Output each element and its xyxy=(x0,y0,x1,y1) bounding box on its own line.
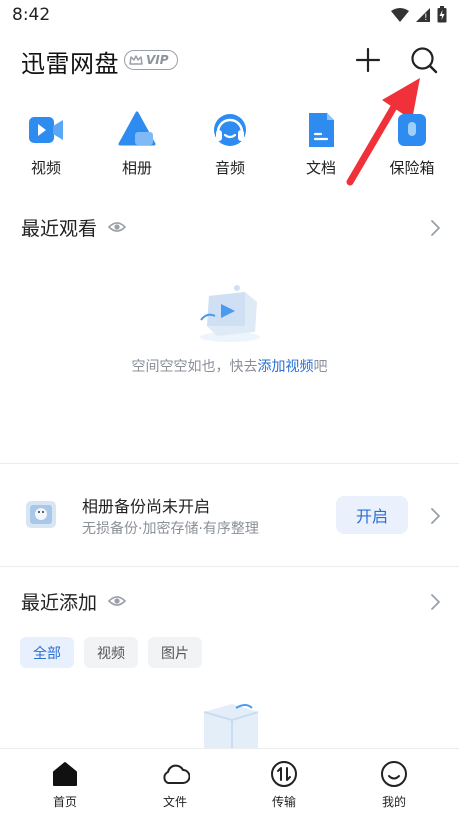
filter-chip-all[interactable]: 全部 xyxy=(20,637,74,668)
status-time: 8:42 xyxy=(12,5,51,25)
tab-label: 文件 xyxy=(162,795,187,809)
quick-item-label: 音频 xyxy=(214,159,245,177)
empty-box-illustration-icon xyxy=(203,704,259,748)
empty-text-prefix: 空间空空如也，快去 xyxy=(131,359,258,375)
quick-item-label: 保险箱 xyxy=(389,159,435,177)
quick-item-label: 视频 xyxy=(30,159,61,177)
signal-icon: ! xyxy=(416,7,430,23)
search-icon xyxy=(411,47,438,74)
status-bar: 8:42 ! xyxy=(0,0,459,32)
empty-video-illustration-icon xyxy=(200,285,260,342)
quick-item-album[interactable]: 相册 xyxy=(107,110,167,178)
enable-backup-button[interactable]: 开启 xyxy=(336,496,408,534)
eye-icon[interactable] xyxy=(108,220,126,234)
tab-label: 传输 xyxy=(271,795,296,809)
quick-item-audio[interactable]: 音频 xyxy=(200,110,260,178)
transfer-icon xyxy=(269,759,299,789)
vip-badge[interactable]: VIP xyxy=(124,50,178,70)
chevron-right-icon[interactable] xyxy=(429,506,441,526)
divider xyxy=(0,463,459,464)
document-icon xyxy=(301,110,341,150)
vip-label: VIP xyxy=(146,53,169,67)
quick-item-label: 文档 xyxy=(305,159,336,177)
quick-item-label: 相册 xyxy=(121,159,152,177)
battery-icon xyxy=(437,6,447,23)
plus-icon xyxy=(355,47,381,73)
filter-chip-video[interactable]: 视频 xyxy=(84,637,138,668)
home-icon xyxy=(50,759,80,789)
tab-label: 我的 xyxy=(381,795,406,809)
album-icon xyxy=(117,110,157,150)
video-icon xyxy=(26,110,66,150)
smile-icon xyxy=(379,759,409,789)
quick-access-row: 视频 相册 音频 文档 保险箱 xyxy=(0,110,459,186)
quick-item-video[interactable]: 视频 xyxy=(16,110,76,178)
tab-transfer[interactable]: 传输 xyxy=(254,759,314,810)
tab-files[interactable]: 文件 xyxy=(145,759,205,810)
safe-icon xyxy=(392,110,432,150)
tab-me[interactable]: 我的 xyxy=(364,759,424,810)
filter-chip-image[interactable]: 图片 xyxy=(148,637,202,668)
audio-icon xyxy=(210,110,250,150)
wifi-icon xyxy=(391,7,409,22)
header: 迅雷网盘 VIP xyxy=(0,36,459,84)
status-icons: ! xyxy=(391,6,447,23)
cloud-icon xyxy=(160,759,191,789)
crown-icon xyxy=(129,54,143,65)
album-backup-icon xyxy=(26,501,56,528)
divider xyxy=(0,566,459,567)
chevron-right-icon[interactable] xyxy=(429,592,441,612)
album-backup-card[interactable]: 相册备份尚未开启 无损备份·加密存储·有序整理 开启 xyxy=(0,480,459,552)
search-button[interactable] xyxy=(409,45,439,75)
recent-watch-title: 最近观看 xyxy=(21,218,98,240)
quick-item-document[interactable]: 文档 xyxy=(291,110,351,178)
add-video-link[interactable]: 添加视频 xyxy=(258,359,314,375)
filter-chip-row: 全部 视频 图片 xyxy=(20,637,202,668)
add-button[interactable] xyxy=(354,46,382,74)
app-title: 迅雷网盘 xyxy=(21,50,119,78)
recent-add-header[interactable]: 最近添加 xyxy=(21,588,441,618)
bottom-tab-bar: 首页 文件 传输 我的 xyxy=(0,748,459,816)
recent-add-title: 最近添加 xyxy=(21,592,98,614)
backup-subtitle: 无损备份·加密存储·有序整理 xyxy=(82,521,259,537)
tab-label: 首页 xyxy=(52,795,77,809)
empty-text-suffix: 吧 xyxy=(313,359,328,375)
backup-title: 相册备份尚未开启 xyxy=(82,497,211,516)
recent-watch-empty-text: 空间空空如也，快去添加视频吧 xyxy=(0,356,459,376)
tab-home[interactable]: 首页 xyxy=(35,759,95,810)
recent-watch-header[interactable]: 最近观看 xyxy=(21,214,441,244)
quick-item-safe[interactable]: 保险箱 xyxy=(382,110,442,178)
svg-text:!: ! xyxy=(424,13,428,23)
eye-icon[interactable] xyxy=(108,594,126,608)
chevron-right-icon[interactable] xyxy=(429,218,441,238)
